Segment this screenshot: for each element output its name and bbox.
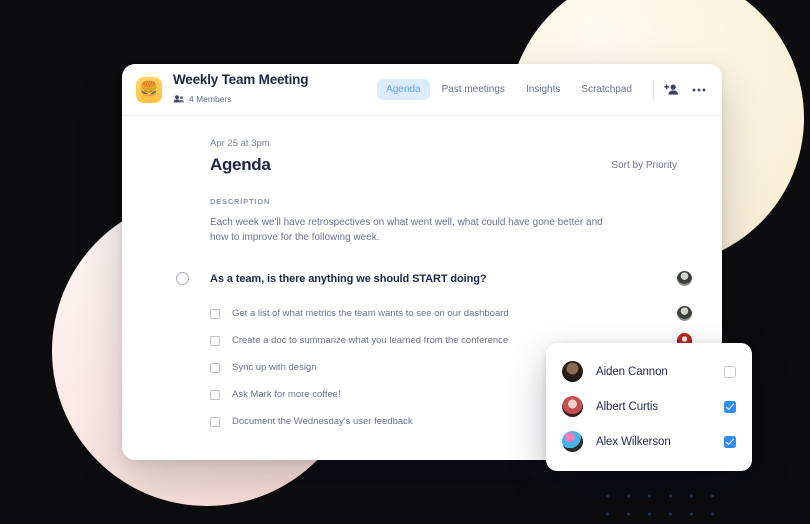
member-checkbox[interactable] xyxy=(724,400,736,413)
app-icon-glyph: 🍔 xyxy=(139,81,159,98)
sort-by-priority-dropdown[interactable]: Sort by Priority xyxy=(611,160,692,171)
checkbox-unchecked-icon[interactable] xyxy=(210,362,220,373)
header-divider xyxy=(653,79,654,100)
agenda-heading-row: Agenda Sort by Priority xyxy=(210,155,692,175)
tab-bar: Agenda Past meetings Insights Scratchpad xyxy=(377,79,641,100)
list-item[interactable]: Alex Wilkerson xyxy=(546,424,752,459)
member-checkbox[interactable] xyxy=(724,435,736,448)
avatar[interactable] xyxy=(677,271,692,286)
list-item[interactable]: Albert Curtis xyxy=(546,389,752,424)
dot-grid-decoration xyxy=(597,487,717,524)
checkbox-unchecked-icon[interactable] xyxy=(210,416,220,427)
avatar xyxy=(562,396,583,417)
member-name: Albert Curtis xyxy=(596,400,658,413)
checkbox-unchecked-icon[interactable] xyxy=(210,308,220,319)
hamburger-emoji-icon: 🍔 xyxy=(136,76,162,103)
tab-insights[interactable]: Insights xyxy=(517,79,569,100)
avatar xyxy=(562,431,583,452)
page-title: Weekly Team Meeting xyxy=(173,71,309,87)
checkbox-unchecked-icon[interactable] xyxy=(210,335,220,346)
avatar[interactable] xyxy=(677,306,692,321)
tab-scratchpad[interactable]: Scratchpad xyxy=(572,79,641,100)
agenda-heading: Agenda xyxy=(210,155,271,174)
list-item[interactable]: Get a list of what metrics the team want… xyxy=(210,300,692,327)
member-name: Alex Wilkerson xyxy=(596,435,671,448)
title-block: Weekly Team Meeting 4 Members xyxy=(173,72,308,108)
tab-agenda[interactable]: Agenda xyxy=(377,79,430,100)
tab-past-meetings[interactable]: Past meetings xyxy=(433,79,514,100)
radio-unchecked-icon[interactable] xyxy=(176,272,189,285)
description-label: DESCRIPTION xyxy=(210,197,271,206)
more-options-icon[interactable] xyxy=(692,88,706,92)
members-count-label: 4 Members xyxy=(189,93,232,104)
add-person-icon[interactable] xyxy=(664,83,679,96)
list-item-label: Get a list of what metrics the team want… xyxy=(232,308,509,319)
header-actions xyxy=(664,83,706,96)
sort-label: Sort by Priority xyxy=(611,159,677,171)
meeting-date: Apr 25 at 3pm xyxy=(210,138,270,149)
card-header: 🍔 Weekly Team Meeting 4 Members Agenda P… xyxy=(122,64,722,116)
member-checkbox[interactable] xyxy=(724,365,736,378)
description-text: Each week we'll have retrospectives on w… xyxy=(210,217,603,243)
screen-background: 🍔 Weekly Team Meeting 4 Members Agenda P… xyxy=(0,0,810,524)
people-icon xyxy=(173,90,184,108)
agenda-main-item-label: As a team, is there anything we should S… xyxy=(210,272,487,285)
agenda-main-item[interactable]: As a team, is there anything we should S… xyxy=(176,271,692,286)
member-name: Aiden Cannon xyxy=(596,365,668,378)
avatar xyxy=(562,361,583,382)
list-item[interactable]: Aiden Cannon xyxy=(546,354,752,389)
members-row[interactable]: 4 Members xyxy=(173,90,308,108)
member-picker-popover: Aiden Cannon Albert Curtis Alex Wilkerso… xyxy=(546,343,752,471)
checkbox-unchecked-icon[interactable] xyxy=(210,389,220,400)
